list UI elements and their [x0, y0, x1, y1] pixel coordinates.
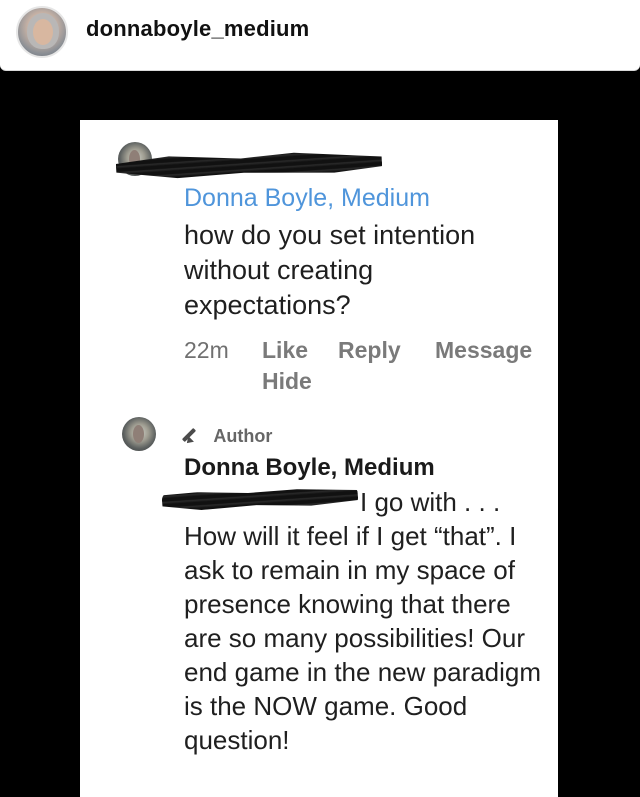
reply-link[interactable]: Reply — [338, 335, 401, 365]
pencil-icon — [184, 426, 202, 444]
redacted-commenter-name — [115, 141, 382, 188]
message-link[interactable]: Message — [435, 335, 532, 365]
reply-text-rest: How will it feel if I get “that”. I ask … — [184, 521, 542, 755]
instagram-post-view: donnaboyle_medium Donna Boyle, Medium ho… — [0, 0, 640, 797]
first-comment-text: how do you set intention without creatin… — [184, 220, 476, 320]
first-comment-author[interactable]: Donna Boyle, Medium — [184, 184, 430, 212]
reply-text: I go with . . . How will it feel if I ge… — [184, 485, 544, 757]
author-badge-label: Author — [213, 426, 273, 446]
avatar-face-shape — [33, 19, 53, 45]
reply-text-start: I go with . . . — [360, 487, 501, 517]
like-link[interactable]: Like — [262, 335, 308, 365]
embedded-comment-screenshot: Donna Boyle, Medium how do you set inten… — [80, 120, 558, 797]
profile-username[interactable]: donnaboyle_medium — [86, 16, 309, 42]
reply-author[interactable]: Donna Boyle, Medium — [184, 453, 435, 483]
hide-link[interactable]: Hide — [262, 366, 312, 396]
author-badge: Author — [184, 424, 272, 448]
profile-header: donnaboyle_medium — [0, 0, 640, 71]
reply-author-avatar — [122, 417, 156, 451]
profile-avatar[interactable] — [16, 6, 68, 58]
comment-time: 22m — [184, 337, 229, 363]
